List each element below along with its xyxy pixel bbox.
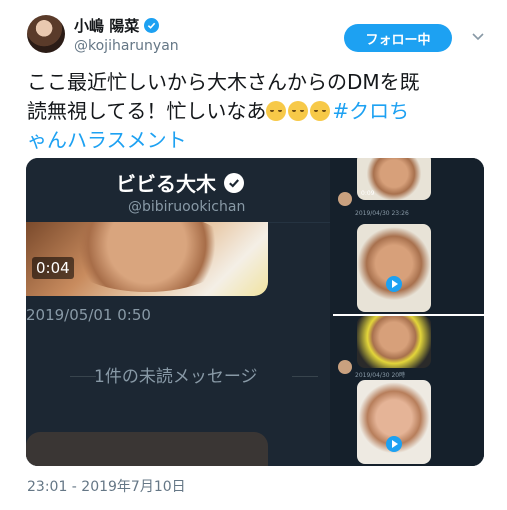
dm-video-thumbnail: 0:04 [26, 222, 268, 296]
thumb-timestamp: 2019/04/30 20時 [355, 372, 406, 379]
relieved-face-emoji-icon [266, 101, 287, 121]
video-duration: 0:09 [361, 190, 375, 197]
tweet-media-image[interactable]: ビビる大木 @bibiruookichan 0:04 2019/05/01 0:… [26, 158, 484, 466]
avatar [338, 192, 352, 206]
dm-thumb-cell: 2019/04/30 20時 [333, 316, 484, 380]
avatar [338, 360, 352, 374]
dm-contact-name: ビビる大木 [116, 172, 216, 196]
tweet-line-1: ここ最近忙しいから大木さんからのDMを既 [27, 70, 420, 94]
dm-thumb-cell: 0:09 2019/04/30 23:26 [333, 158, 484, 217]
relieved-face-emoji-icon [288, 101, 309, 121]
tweet-line-2: 読無視してる！忙しいなあ #クロち [27, 97, 487, 126]
dm-thumbnail-column: 0:09 2019/04/30 23:26 2019/04/30 20時 [333, 158, 484, 466]
dm-contact-handle: @bibiruookichan [128, 199, 246, 215]
following-button[interactable]: フォロー中 [344, 24, 452, 52]
unread-divider-label: 1件の未読メッセージ [94, 367, 258, 387]
thumb-timestamp: 2019/04/30 23:26 [355, 210, 409, 217]
author-name[interactable]: 小嶋 陽菜 [74, 15, 139, 36]
dm-screenshot-pane: ビビる大木 @bibiruookichan 0:04 2019/05/01 0:… [26, 158, 330, 466]
unread-divider-line [292, 376, 318, 377]
hashtag-link[interactable]: #クロち [332, 99, 409, 123]
hashtag-link-continued[interactable]: ゃんハラスメント [27, 126, 487, 155]
video-duration: 0:04 [32, 257, 74, 279]
author-avatar[interactable] [27, 15, 65, 53]
video-frame: 0:09 [357, 158, 431, 200]
dm-thumb-cell [333, 218, 484, 314]
tweet-timestamp[interactable]: 23:01 - 2019年7月10日 [27, 476, 186, 496]
play-icon[interactable] [386, 276, 402, 292]
dm-thumb-cell [333, 380, 484, 466]
tweet-line-2-text: 読無視してる！忙しいなあ [27, 99, 267, 123]
dm-title: ビビる大木 [116, 168, 244, 197]
unread-divider-line [70, 376, 96, 377]
dm-message-bubble [26, 432, 268, 466]
verified-icon [224, 172, 244, 193]
verified-icon [144, 18, 160, 33]
dm-message-timestamp: 2019/05/01 0:50 [26, 306, 151, 324]
author-name-row[interactable]: 小嶋 陽菜 [74, 15, 160, 36]
video-frame [357, 316, 431, 368]
relieved-face-emoji-icon [310, 101, 331, 121]
tweet-text: ここ最近忙しいから大木さんからのDMを既 読無視してる！忙しいなあ #クロち ゃん… [27, 68, 487, 155]
author-handle[interactable]: @kojiharunyan [74, 38, 179, 54]
play-icon[interactable] [386, 436, 402, 452]
chevron-down-icon[interactable] [470, 28, 486, 44]
video-frame [357, 224, 431, 312]
